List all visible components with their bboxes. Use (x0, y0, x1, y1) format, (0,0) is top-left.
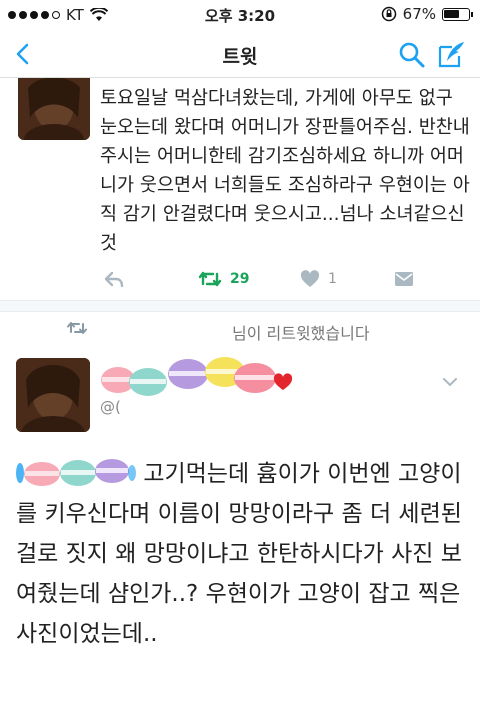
like-button[interactable]: 1 (300, 270, 337, 288)
search-icon[interactable] (396, 39, 428, 71)
tweet-text: 고기먹는데 흄이가 이번엔 고양이를 키우신다며 이름이 망망이라구 좀 더 세… (16, 461, 462, 647)
compose-tweet-icon[interactable] (436, 39, 468, 71)
status-bar: KT 오후 3:20 67% (0, 0, 480, 30)
tweet-actions: 29 1 (0, 268, 480, 296)
retweet-count: 29 (230, 271, 250, 287)
heart-icon (300, 270, 320, 287)
rotation-lock-icon (381, 6, 396, 22)
retweet-icon (198, 271, 222, 287)
tweet-separator (0, 300, 480, 312)
chevron-down-icon[interactable] (442, 376, 458, 388)
avatar[interactable] (18, 78, 90, 140)
battery-percent: 67% (402, 5, 436, 23)
tweet-text: 토요일날 먹삼다녀왔는데, 가게에 아무도 없구 눈오는데 왔다며 어머니가 장… (100, 88, 470, 254)
status-right: 67% (381, 5, 473, 23)
envelope-icon (395, 272, 413, 286)
avatar-image (18, 78, 90, 140)
retweet-context: 님이 리트윗했습니다 (0, 316, 480, 344)
tweet-text-block: 고기먹는데 흄이가 이번엔 고양이를 키우신다며 이름이 망망이라구 좀 더 세… (16, 454, 476, 654)
retweet-button[interactable]: 29 (198, 270, 249, 288)
user-handle[interactable]: @( (100, 398, 121, 416)
battery-icon (442, 7, 473, 21)
macaron-emoji-icon (16, 459, 136, 486)
message-button[interactable] (394, 270, 414, 288)
avatar[interactable] (16, 358, 90, 432)
avatar-image (16, 358, 90, 432)
retweeted-icon (67, 322, 87, 334)
nav-bar: 트윗 (0, 30, 480, 78)
reply-button[interactable] (104, 270, 124, 288)
macaron-emoji-icon (101, 357, 293, 396)
reply-icon (104, 271, 124, 288)
like-count: 1 (328, 271, 337, 287)
retweet-context-text: 님이 리트윗했습니다 (232, 324, 370, 343)
